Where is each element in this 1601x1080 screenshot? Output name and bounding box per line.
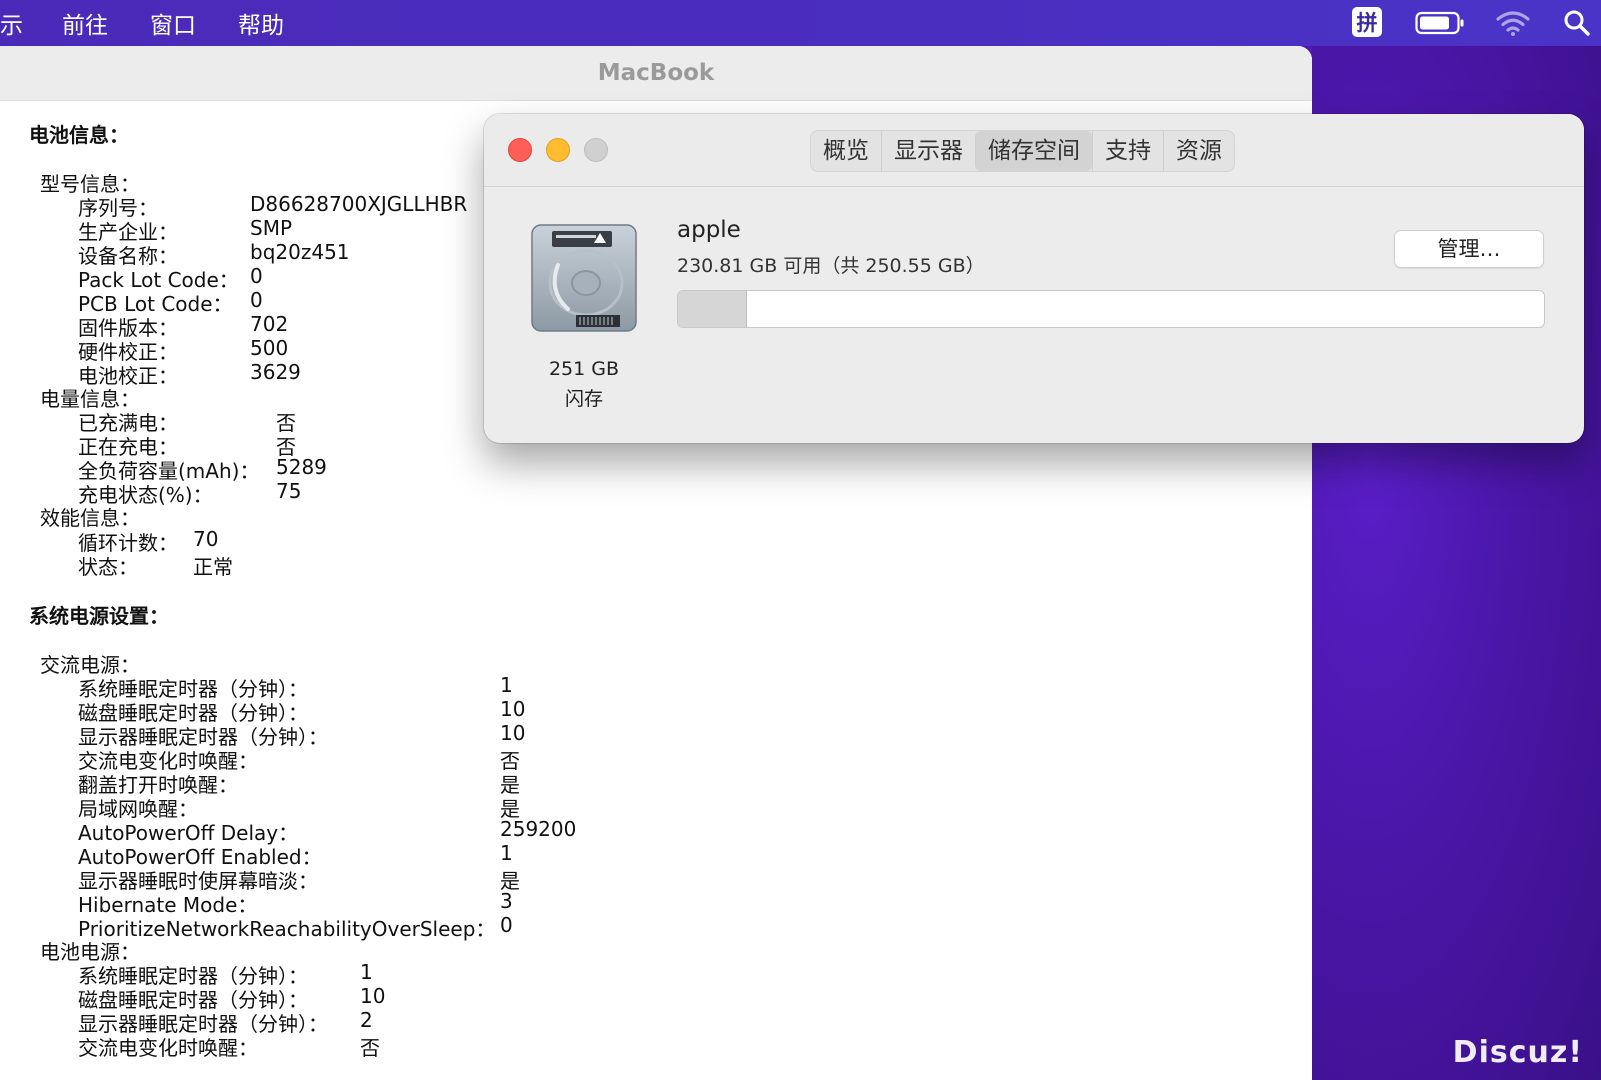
field-label: 交流电变化时唤醒： [78, 1036, 258, 1060]
battery-icon[interactable] [1415, 10, 1465, 42]
section-heading-battery: 电池信息： [29, 123, 129, 147]
field-value: 1 [500, 673, 513, 697]
field-value: SMP [250, 216, 293, 240]
about-toolbar: 概览 显示器 储存空间 支持 资源 [484, 114, 1584, 187]
field-value: 3 [500, 889, 513, 913]
disk-type: 闪存 [564, 388, 603, 410]
close-button[interactable] [508, 138, 532, 162]
search-icon[interactable] [1563, 9, 1591, 43]
tab-displays[interactable]: 显示器 [881, 131, 975, 171]
field-value: 500 [250, 336, 289, 360]
field-value: 1 [360, 960, 373, 984]
menu-bar: 示 前往 窗口 帮助 拼 [0, 0, 1601, 46]
storage-used-segment [678, 291, 748, 327]
hard-drive-icon [528, 221, 640, 343]
field-value: 259200 [500, 817, 577, 841]
field-value: 10 [500, 697, 526, 721]
field-value: 0 [250, 288, 263, 312]
field-value: 5289 [276, 455, 327, 479]
wifi-icon[interactable] [1496, 9, 1530, 43]
volume-name: apple [677, 217, 741, 243]
field-value: 1 [500, 841, 513, 865]
field-value: 3629 [250, 360, 301, 384]
menu-item-window[interactable]: 窗口 [150, 6, 196, 40]
field-value: 702 [250, 312, 289, 336]
menu-item-go[interactable]: 前往 [62, 6, 108, 40]
tab-storage[interactable]: 储存空间 [975, 131, 1092, 171]
section-heading-power: 系统电源设置： [29, 604, 169, 628]
tab-bar: 概览 显示器 储存空间 支持 资源 [810, 130, 1235, 172]
watermark: Discuz! [1452, 1035, 1583, 1070]
window-title: MacBook [0, 46, 1312, 101]
field-value: 否 [360, 1036, 380, 1060]
tab-resources[interactable]: 资源 [1163, 131, 1234, 171]
field-value: 75 [276, 479, 302, 503]
field-value: 70 [193, 527, 219, 551]
field-label: 状态： [78, 555, 138, 579]
field-label: PrioritizeNetworkReachabilityOverSleep： [78, 917, 496, 941]
field-value: bq20z451 [250, 240, 350, 264]
menu-item-view[interactable]: 示 [0, 6, 23, 40]
field-value: D86628700XJGLLHBR [250, 192, 468, 216]
about-this-mac-window: 概览 显示器 储存空间 支持 资源 251 GB 闪存 apple 230.81… [484, 114, 1584, 443]
tab-support[interactable]: 支持 [1092, 131, 1163, 171]
minimize-button[interactable] [546, 138, 570, 162]
storage-usage-bar [677, 290, 1545, 328]
tab-overview[interactable]: 概览 [811, 131, 881, 171]
field-value: 正常 [193, 555, 233, 579]
field-value: 10 [500, 721, 526, 745]
storage-pane: 251 GB 闪存 apple 230.81 GB 可用（共 250.55 GB… [484, 187, 1584, 443]
field-value: 2 [360, 1008, 373, 1032]
zoom-button [584, 138, 608, 162]
volume-available: 230.81 GB 可用（共 250.55 GB） [677, 255, 985, 277]
manage-button[interactable]: 管理… [1394, 230, 1544, 268]
input-method-icon[interactable]: 拼 [1352, 7, 1382, 37]
field-value: 0 [500, 913, 513, 937]
field-value: 0 [250, 264, 263, 288]
disk-capacity: 251 GB [548, 358, 620, 380]
field-value: 10 [360, 984, 386, 1008]
menu-item-help[interactable]: 帮助 [238, 6, 284, 40]
